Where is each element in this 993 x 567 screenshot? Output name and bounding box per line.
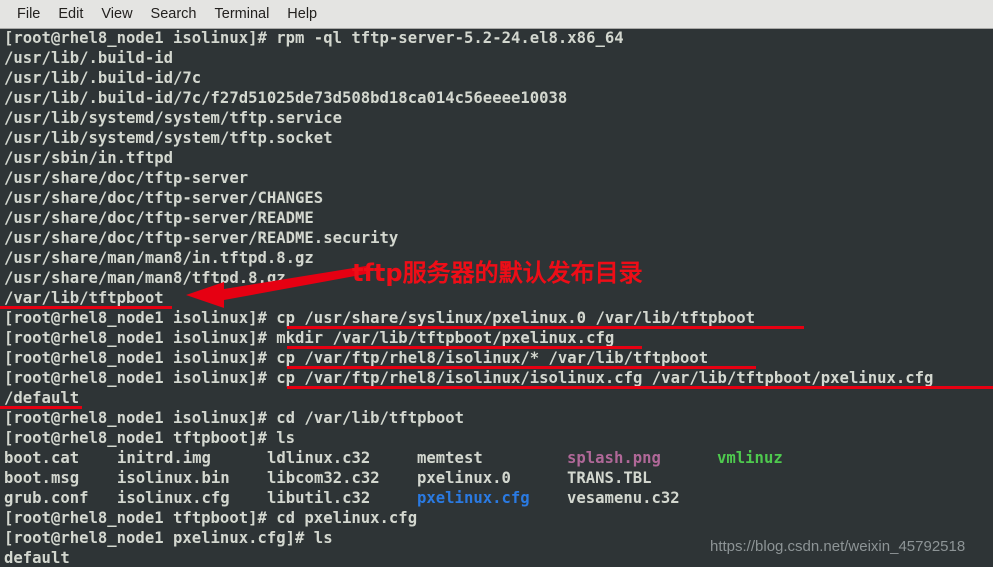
ls-output-row: boot.cat initrd.img ldlinux.c32 memtest spla… (4, 449, 783, 468)
menu-item-file[interactable]: File (8, 4, 49, 25)
terminal-line-cmd-cp-cfg: [root@rhel8_node1 isolinux]# cp /var/ftp… (4, 369, 934, 387)
ls-entry: boot.msg (4, 469, 80, 487)
terminal-line: /usr/lib/systemd/system/tftp.service (4, 109, 342, 127)
terminal-output-area[interactable]: [root@rhel8_node1 isolinux]# rpm -ql tft… (0, 29, 993, 567)
terminal-line-tftpboot-path: /var/lib/tftpboot (4, 289, 164, 307)
menu-item-help[interactable]: Help (278, 4, 326, 25)
ls-entry-splash-png: splash.png (567, 449, 661, 467)
terminal-window: File Edit View Search Terminal Help [roo… (0, 0, 993, 567)
menu-item-terminal[interactable]: Terminal (206, 4, 279, 25)
ls-entry: initrd.img (117, 449, 211, 467)
ls-entry: grub.conf (4, 489, 89, 507)
ls-entry-vmlinuz: vmlinuz (717, 449, 783, 467)
terminal-line: /usr/share/doc/tftp-server/README (4, 209, 314, 227)
watermark-text: https://blog.csdn.net/weixin_45792518 (710, 538, 966, 555)
terminal-line: /usr/sbin/in.tftpd (4, 149, 173, 167)
ls-entry: pxelinux.0 (417, 469, 511, 487)
ls-entry: boot.cat (4, 449, 80, 467)
terminal-line: /usr/lib/.build-id (4, 49, 173, 67)
terminal-line-cmd-cd: [root@rhel8_node1 isolinux]# cd /var/lib… (4, 409, 465, 427)
ls-entry: libcom32.c32 (267, 469, 380, 487)
terminal-line: /usr/share/man/man8/in.tftpd.8.gz (4, 249, 314, 267)
terminal-line: [root@rhel8_node1 isolinux]# rpm -ql tft… (4, 29, 624, 47)
ls-output-row: grub.conf isolinux.cfg libutil.c32 pxelinux… (4, 489, 717, 508)
terminal-line: /usr/lib/systemd/system/tftp.socket (4, 129, 333, 147)
ls-entry: TRANS.TBL (567, 469, 652, 487)
terminal-line-cmd-ls2: [root@rhel8_node1 pxelinux.cfg]# ls (4, 529, 333, 547)
terminal-line: /usr/share/doc/tftp-server/README.securi… (4, 229, 399, 247)
terminal-line: /usr/lib/.build-id/7c (4, 69, 202, 87)
menu-item-search[interactable]: Search (142, 4, 206, 25)
ls-entry: vesamenu.c32 (567, 489, 680, 507)
menu-item-view[interactable]: View (92, 4, 141, 25)
ls-entry: libutil.c32 (267, 489, 371, 507)
ls-entry: isolinux.bin (117, 469, 230, 487)
ls-output-row: boot.msg isolinux.bin libcom32.c32 pxelinux… (4, 469, 717, 488)
ls-entry: memtest (417, 449, 483, 467)
ls-entry: ldlinux.c32 (267, 449, 371, 467)
terminal-line-cmd-cd-pxelinux: [root@rhel8_node1 tftpboot]# cd pxelinux… (4, 509, 418, 527)
menu-bar: File Edit View Search Terminal Help (0, 0, 993, 29)
terminal-line: /usr/share/man/man8/tftpd.8.gz (4, 269, 286, 287)
terminal-line: /usr/share/doc/tftp-server (4, 169, 249, 187)
terminal-line-cmd-cp-isolinux: [root@rhel8_node1 isolinux]# cp /var/ftp… (4, 349, 709, 367)
terminal-line: /usr/share/doc/tftp-server/CHANGES (4, 189, 324, 207)
terminal-line-cmd-ls: [root@rhel8_node1 tftpboot]# ls (4, 429, 296, 447)
menu-item-edit[interactable]: Edit (49, 4, 92, 25)
terminal-line-default-file: default (4, 549, 70, 567)
terminal-line-cmd-mkdir: [root@rhel8_node1 isolinux]# mkdir /var/… (4, 329, 615, 347)
terminal-line-cmd-cp-pxelinux: [root@rhel8_node1 isolinux]# cp /usr/sha… (4, 309, 756, 327)
ls-entry: isolinux.cfg (117, 489, 230, 507)
terminal-line: /usr/lib/.build-id/7c/f27d51025de73d508b… (4, 89, 568, 107)
ls-entry-pxelinux-cfg: pxelinux.cfg (417, 489, 530, 507)
terminal-line-wrap-default: /default (4, 389, 80, 407)
